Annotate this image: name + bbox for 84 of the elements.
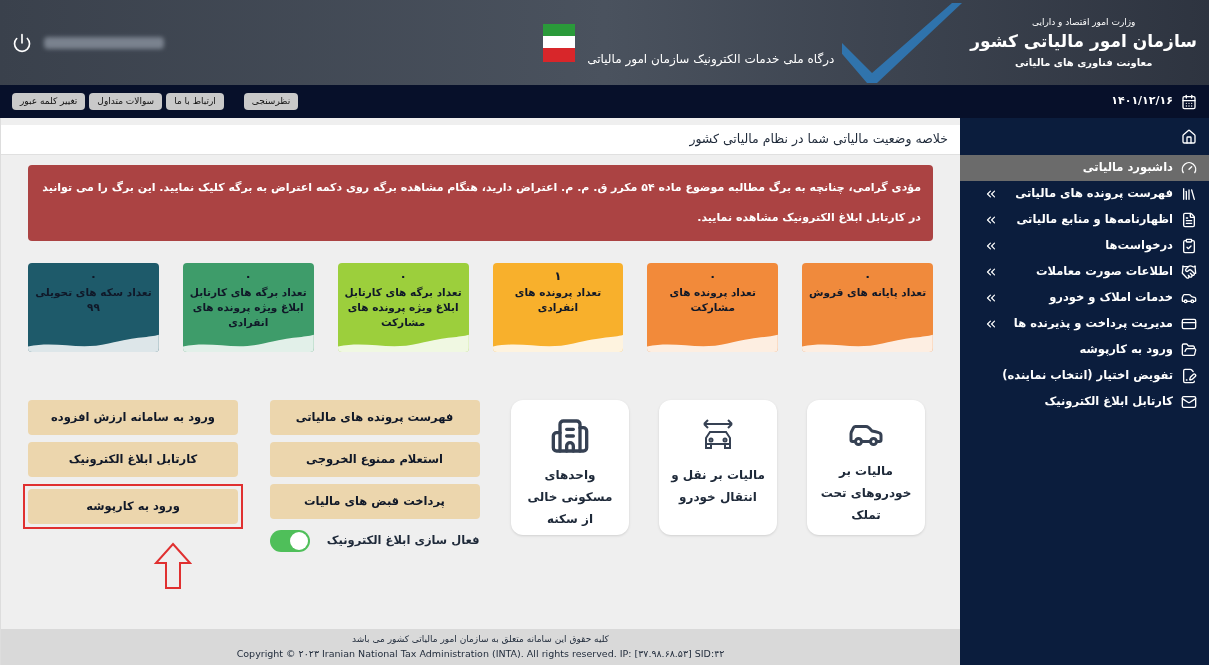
- deputy-name: معاونت فناوری های مالیاتی: [1014, 55, 1153, 70]
- sidebar-label: اظهارنامه‌ها و منابع مالیاتی: [1015, 211, 1173, 229]
- building-icon: [550, 416, 590, 456]
- stat-card[interactable]: ۱ تعداد پرونده های انفرادی: [492, 263, 624, 352]
- sidebar-item[interactable]: خدمات املاک و خودرو: [960, 285, 1209, 311]
- organization-name: سازمان امور مالیاتی کشور: [970, 30, 1197, 53]
- sidebar-item[interactable]: کارتابل ابلاغ الکترونیک: [960, 389, 1209, 415]
- sidebar-label: ورود به کارپوشه: [1078, 341, 1173, 359]
- stat-label: تعداد سکه های تحویلی ۹۹: [34, 285, 153, 315]
- envelope-icon: [1181, 394, 1197, 410]
- sidebar-item[interactable]: درخواست‌ها: [960, 233, 1209, 259]
- credit-card-icon: [1181, 316, 1197, 332]
- toggle-label: فعال سازی ابلاغ الکترونیک: [326, 532, 480, 550]
- stat-label: تعداد پرونده های انفرادی: [513, 285, 603, 315]
- date-text: ۱۴۰۱/۱۲/۱۶: [1111, 93, 1173, 110]
- sidebar-item[interactable]: فهرست پرونده های مالیاتی: [960, 181, 1209, 207]
- sidebar-label: تفویض اختیار (انتخاب نماینده): [1001, 367, 1173, 385]
- stat-count: ۰: [709, 268, 717, 285]
- stat-count: ۰: [399, 268, 407, 285]
- link-button[interactable]: ورود به کارپوشه: [28, 489, 238, 524]
- toggle-switch[interactable]: [269, 530, 310, 552]
- sidebar-item[interactable]: اطلاعات صورت معاملات: [960, 259, 1209, 285]
- folder-icon: [1181, 342, 1197, 358]
- clipboard-check-icon: [1181, 238, 1197, 254]
- gauge-icon: [1181, 160, 1197, 176]
- stat-count: ۰: [863, 268, 872, 285]
- tile-label: مالیات بر خودروهای تحت تملک: [819, 463, 913, 524]
- stat-count: ۰: [244, 268, 252, 285]
- toolbar-link[interactable]: تغییر کلمه عبور: [12, 92, 86, 111]
- sidebar-item[interactable]: تفویض اختیار (انتخاب نماینده): [960, 363, 1209, 389]
- portal-title: درگاه ملی خدمات الکترونیک سازمان امور مالیاتی: [587, 50, 835, 68]
- stat-label: تعداد پایانه های فروش: [807, 285, 928, 300]
- sidebar-label: درخواست‌ها: [1104, 237, 1173, 255]
- stat-card[interactable]: ۰ تعداد پرونده های مشارکت: [647, 263, 779, 352]
- service-tile[interactable]: واحدهای مسکونی خالی از سکنه: [511, 400, 629, 535]
- sidebar-label: مدیریت پرداخت و پذیرنده ها: [1012, 315, 1173, 333]
- home-icon[interactable]: [1181, 128, 1197, 145]
- toolbar-link[interactable]: نظرسنجی: [243, 92, 299, 111]
- sidebar-label: اطلاعات صورت معاملات: [1034, 263, 1173, 281]
- submenu-chevron-icon: [984, 317, 998, 331]
- submenu-chevron-icon: [984, 239, 998, 253]
- stat-label: تعداد برگه های کارتابل ابلاغ ویژه پرونده های مشارکت: [343, 285, 463, 330]
- link-button[interactable]: ورود به سامانه ارزش افزوده: [28, 400, 238, 435]
- sidebar-item[interactable]: اظهارنامه‌ها و منابع مالیاتی: [960, 207, 1209, 233]
- action-button[interactable]: فهرست پرونده های مالیاتی: [269, 400, 480, 435]
- service-tile[interactable]: مالیات بر نقل و انتقال خودرو: [659, 400, 777, 535]
- sidebar-label: داشبورد مالیاتی: [1081, 159, 1173, 177]
- stat-label: تعداد برگه های کارتابل ابلاغ ویژه پرونده های انفرادی: [188, 285, 308, 330]
- sidebar-label: فهرست پرونده های مالیاتی: [1014, 185, 1173, 203]
- sidebar-item[interactable]: داشبورد مالیاتی: [960, 155, 1209, 181]
- stat-count: ۱: [554, 268, 562, 285]
- ministry-name: وزارت امور اقتصاد و دارایی: [1031, 15, 1136, 29]
- toolbar-link[interactable]: سوالات متداول: [89, 92, 163, 111]
- toolbar-link[interactable]: ارتباط با ما: [166, 92, 224, 111]
- submenu-chevron-icon: [984, 213, 998, 227]
- sidebar-label: کارتابل ابلاغ الکترونیک: [1043, 393, 1173, 411]
- alert-text: مؤدی گرامی، چنانچه به برگ مطالبه موضوع ماده ۵۴ مکرر ق. م. م. اعتراض دارید، هنگام مشاهده برگه روی دکمه اعتراض به برگه کلیک نمایید. این برگ را می توانید در کارتابل ابلاغ الکترونیک مشاهده نمایید.: [41, 180, 921, 226]
- page-title: خلاصه وضعیت مالیاتی شما در نظام مالیاتی کشور: [689, 130, 948, 149]
- calendar-icon: [1181, 93, 1197, 110]
- document-icon: [1181, 212, 1197, 228]
- rights-text: کلیه حقوق این سامانه متعلق به سازمان امور مالیاتی کشور می باشد: [352, 633, 609, 647]
- submenu-chevron-icon: [984, 291, 998, 305]
- stat-card[interactable]: ۰ تعداد برگه های کارتابل ابلاغ ویژه پرونده های مشارکت: [337, 263, 469, 352]
- copyright-text: Copyright © ۲۰۲۳ Iranian National Tax Administration (INTA). All rights reserved. IP: [۳۷.۹۸.۶۸.۵۳] SID:۴۲: [236, 646, 725, 661]
- submenu-chevron-icon: [984, 187, 998, 201]
- submenu-chevron-icon: [984, 265, 998, 279]
- service-tile[interactable]: مالیات بر خودروهای تحت تملک: [807, 400, 925, 535]
- tile-label: مالیات بر نقل و انتقال خودرو: [669, 467, 766, 507]
- sidebar-item[interactable]: ورود به کارپوشه: [960, 337, 1209, 363]
- stat-label: تعداد پرونده های مشارکت: [668, 285, 757, 315]
- link-button[interactable]: کارتابل ابلاغ الکترونیک: [28, 442, 238, 477]
- tile-label: واحدهای مسکونی خالی از سکنه: [526, 467, 614, 528]
- stat-count: ۰: [89, 268, 98, 285]
- sidebar-item[interactable]: مدیریت پرداخت و پذیرنده ها: [960, 311, 1209, 337]
- handshake-icon: [1181, 264, 1197, 280]
- up-arrow-icon: [153, 541, 193, 591]
- action-button[interactable]: استعلام ممنوع الخروجی: [269, 442, 480, 477]
- power-icon[interactable]: [12, 32, 32, 53]
- stat-card[interactable]: ۰ تعداد پایانه های فروش: [802, 263, 933, 352]
- books-icon: [1181, 186, 1197, 202]
- action-button[interactable]: پرداخت قبض های مالیات: [269, 484, 480, 519]
- sidebar-label: خدمات املاک و خودرو: [1047, 289, 1173, 307]
- stat-card[interactable]: ۰ تعداد برگه های کارتابل ابلاغ ویژه پرونده های انفرادی: [182, 263, 314, 352]
- signed-document-icon: [1181, 368, 1197, 384]
